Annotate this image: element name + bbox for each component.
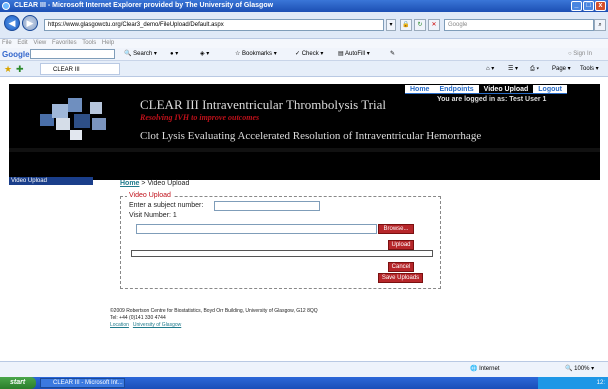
nav-endpoints[interactable]: Endpoints (434, 85, 479, 94)
footer-address: ©2009 Robertson Centre for Biostatistics… (110, 308, 318, 314)
nav-video-upload[interactable]: Video Upload (478, 85, 534, 94)
address-input[interactable]: https://www.glasgowctu.org/Clear3_demo/F… (44, 19, 384, 31)
tools-menu-button[interactable]: Tools ▾ (580, 61, 599, 77)
search-icon[interactable]: ⌕ (594, 19, 606, 31)
window-title: CLEAR III - Microsoft Internet Explorer … (14, 2, 274, 9)
menu-item-view[interactable]: View (33, 40, 46, 46)
check-button[interactable]: ✓ Check ▾ (295, 48, 323, 61)
menu-item-edit[interactable]: Edit (17, 40, 27, 46)
close-button[interactable]: x (595, 1, 606, 11)
address-dropdown-button[interactable]: ▾ (386, 19, 396, 31)
banner-divider (9, 148, 600, 152)
footer-university-link[interactable]: University of Glasgow (133, 322, 181, 328)
ie-logo-icon (2, 2, 10, 10)
page-menu-button[interactable]: Page ▾ (552, 61, 571, 77)
trial-title: CLEAR III Intraventricular Thrombolysis … (140, 97, 387, 112)
zoom-level[interactable]: 🔍 100% ▾ (565, 362, 594, 377)
logged-in-status: You are logged in as: Test User 1 (437, 96, 547, 103)
status-bar: 🌐 Internet 🔍 100% ▾ (0, 361, 608, 377)
internet-zone: 🌐 Internet (470, 366, 500, 372)
upload-button[interactable]: Upload (388, 240, 414, 250)
feeds-icon[interactable]: ☰ ▾ (508, 61, 518, 77)
breadcrumb: Home > Video Upload (120, 180, 189, 187)
system-tray: 12: (538, 377, 608, 389)
window-titlebar: CLEAR III - Microsoft Internet Explorer … (0, 0, 608, 12)
taskbar-item-ie[interactable]: CLEAR III - Microsoft Int... (40, 378, 125, 388)
refresh-icon[interactable]: ↻ (414, 19, 426, 31)
cancel-button[interactable]: Cancel (388, 262, 414, 272)
browse-button[interactable]: Browse... (378, 224, 414, 234)
maximize-button[interactable]: □ (583, 1, 594, 11)
breadcrumb-current: Video Upload (147, 180, 190, 187)
nav-home[interactable]: Home (405, 85, 435, 94)
trial-logo (40, 96, 110, 146)
favorites-bar: ★ ✚ CLEAR III ⌂ ▾ ☰ ▾ ⎙ ▾ Page ▾ Tools ▾ (0, 61, 608, 77)
visit-number-label: Visit Number: 1 (129, 212, 177, 219)
lock-icon[interactable]: 🔒 (400, 19, 412, 31)
bookmarks-button[interactable]: ☆ Bookmarks ▾ (235, 48, 277, 61)
save-uploads-button[interactable]: Save Uploads (378, 273, 423, 283)
home-icon[interactable]: ⌂ ▾ (486, 61, 494, 77)
google-logo: Google (2, 50, 30, 59)
upload-legend: Video Upload (127, 192, 173, 199)
menu-bar: File Edit View Favorites Tools Help (0, 39, 608, 48)
add-favorite-icon[interactable]: ✚ (16, 61, 24, 77)
autofill-button[interactable]: ▤ AutoFill ▾ (338, 48, 370, 61)
google-search-input[interactable] (30, 49, 115, 59)
google-search-button[interactable]: 🔍 Search ▾ (124, 48, 157, 61)
menu-item-tools[interactable]: Tools (82, 40, 96, 46)
signin-button[interactable]: ○ Sign In (568, 48, 592, 61)
google-toolbar: Google 🔍 Search ▾ ● ▾ ◈ ▾ ☆ Bookmarks ▾ … (0, 48, 608, 61)
minimize-button[interactable]: _ (571, 1, 582, 11)
footer-location-link[interactable]: Location (110, 322, 129, 328)
pencil-icon[interactable]: ✎ (390, 48, 395, 61)
toolbar-extra2-icon[interactable]: ◈ ▾ (200, 48, 209, 61)
upload-progress-bar (131, 250, 433, 257)
site-nav: Home Endpoints Video Upload Logout (405, 85, 567, 94)
start-button[interactable]: start (0, 377, 36, 389)
forward-button[interactable]: ▶ (22, 15, 38, 31)
tab-clear-iii[interactable]: CLEAR III (40, 63, 120, 75)
clock: 12: (596, 380, 605, 386)
subject-number-input[interactable] (214, 201, 320, 211)
trial-subtitle: Resolving IVH to improve outcomes (140, 113, 260, 122)
favorites-star-icon[interactable]: ★ (4, 61, 12, 77)
menu-item-file[interactable]: File (2, 40, 12, 46)
toolbar-extra-icon[interactable]: ● ▾ (170, 48, 178, 61)
nav-logout[interactable]: Logout (533, 85, 567, 94)
subject-number-label: Enter a subject number: (129, 202, 204, 209)
address-toolbar: ◀ ▶ https://www.glasgowctu.org/Clear3_de… (0, 12, 608, 39)
search-input[interactable]: Google (444, 19, 594, 31)
sidebar-item-video-upload[interactable]: Video Upload (9, 177, 93, 185)
trial-acronym-line: Clot Lysis Evaluating Accelerated Resolu… (140, 130, 482, 142)
menu-item-favorites[interactable]: Favorites (52, 40, 77, 46)
breadcrumb-home-link[interactable]: Home (120, 180, 139, 187)
windows-taskbar: start CLEAR III - Microsoft Int... 12: (0, 377, 608, 389)
back-button[interactable]: ◀ (4, 15, 20, 31)
footer-phone: Tel: +44 (0)141 330 4744 (110, 315, 166, 321)
stop-icon[interactable]: ✕ (428, 19, 440, 31)
print-icon[interactable]: ⎙ ▾ (530, 61, 539, 77)
menu-item-help[interactable]: Help (102, 40, 114, 46)
file-path-input[interactable] (136, 224, 377, 234)
page-footer: ©2009 Robertson Centre for Biostatistics… (110, 308, 318, 329)
